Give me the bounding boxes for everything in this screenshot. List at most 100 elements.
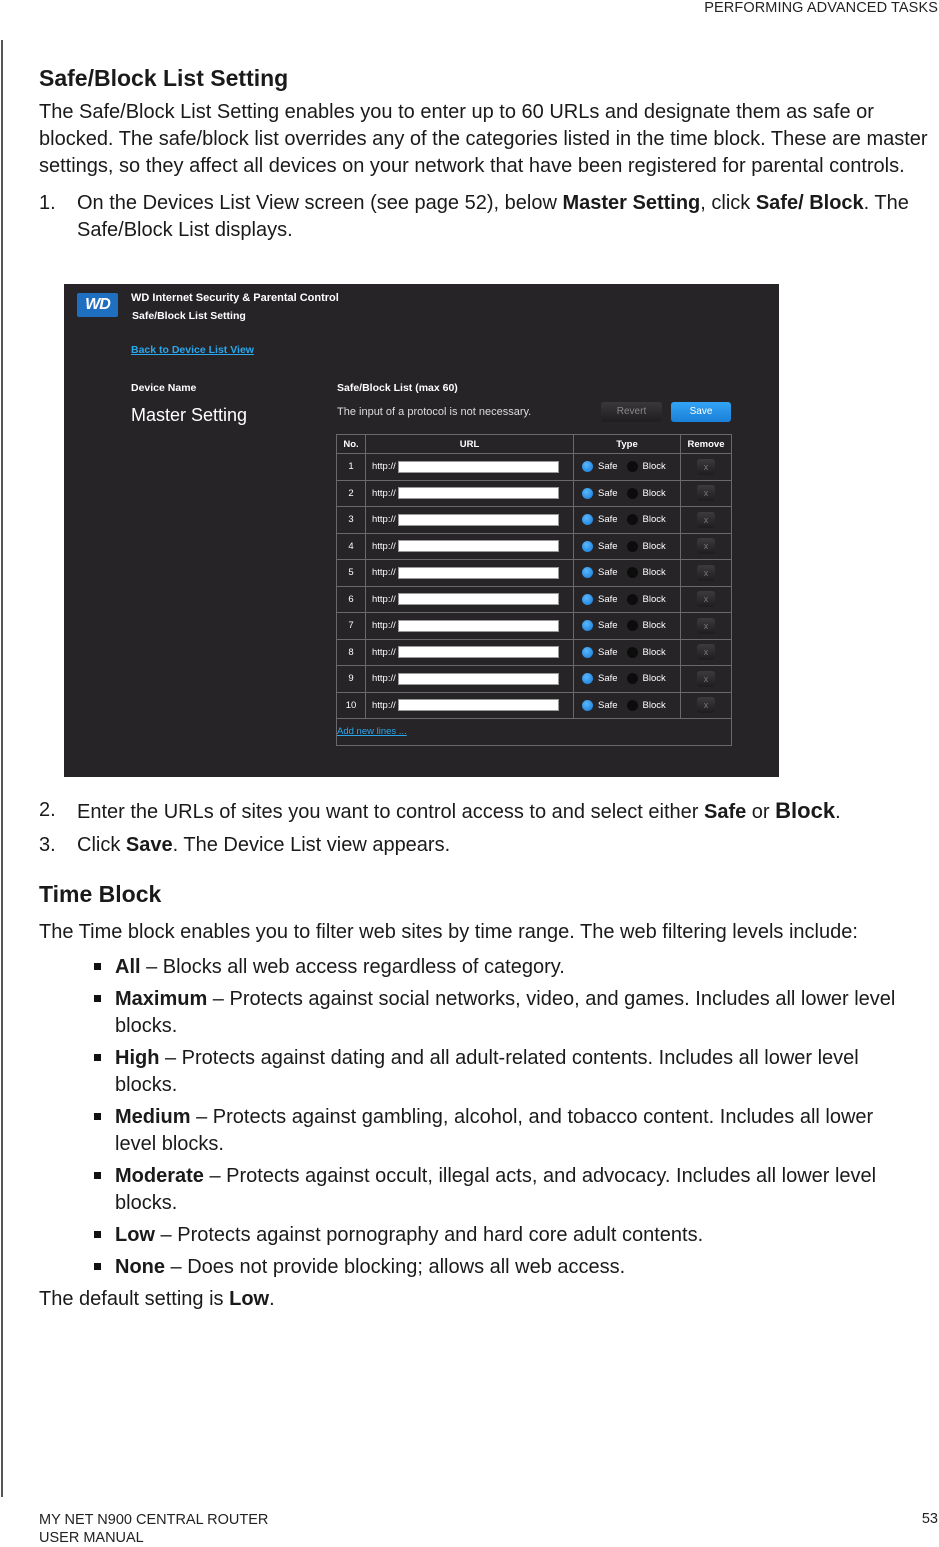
block-label: Block bbox=[642, 673, 666, 685]
url-input[interactable] bbox=[397, 540, 559, 553]
safe-radio[interactable] bbox=[582, 461, 593, 473]
save-button[interactable]: Save bbox=[671, 402, 731, 422]
remove-button[interactable]: x bbox=[697, 617, 715, 634]
back-to-device-list-link[interactable]: Back to Device List View bbox=[131, 344, 254, 356]
bullet-icon bbox=[94, 1263, 101, 1270]
remove-button[interactable]: x bbox=[697, 644, 715, 661]
safe-label: Safe bbox=[598, 514, 618, 526]
level-description: – Does not provide blocking; allows all … bbox=[165, 1256, 626, 1278]
add-new-lines-link[interactable]: Add new lines ... bbox=[337, 726, 407, 737]
filter-level-item: All – Blocks all web access regardless o… bbox=[39, 954, 909, 981]
filter-level-item: Low – Protects against pornography and h… bbox=[39, 1222, 909, 1249]
footer-product-name: MY NET N900 CENTRAL ROUTER bbox=[39, 1512, 269, 1528]
block-label: Block bbox=[642, 461, 666, 473]
remove-button[interactable]: x bbox=[697, 591, 715, 608]
table-row: 10 http:// Safe Block x bbox=[336, 691, 732, 719]
safe-radio[interactable] bbox=[582, 567, 593, 579]
left-margin-rule bbox=[1, 40, 3, 1497]
safe-radio[interactable] bbox=[582, 593, 593, 605]
col-header-remove: Remove bbox=[680, 434, 732, 454]
remove-button[interactable]: x bbox=[697, 697, 715, 714]
url-input[interactable] bbox=[397, 646, 559, 659]
url-input[interactable] bbox=[397, 672, 559, 685]
safe-block-intro: The Safe/Block List Setting enables you … bbox=[39, 101, 928, 177]
remove-button[interactable]: x bbox=[697, 564, 715, 581]
row-number: 7 bbox=[336, 612, 366, 640]
row-number: 2 bbox=[336, 479, 366, 507]
url-input[interactable] bbox=[397, 619, 559, 632]
protocol-hint: The input of a protocol is not necessary… bbox=[337, 406, 532, 418]
table-row: 3 http:// Safe Block x bbox=[336, 506, 732, 534]
safe-label: Safe bbox=[598, 646, 618, 658]
page-title: Safe/Block List Setting bbox=[132, 310, 246, 322]
safe-label: Safe bbox=[598, 673, 618, 685]
safe-radio[interactable] bbox=[582, 620, 593, 632]
row-number: 1 bbox=[336, 453, 366, 481]
safe-radio[interactable] bbox=[582, 699, 593, 711]
block-radio[interactable] bbox=[626, 487, 638, 499]
level-name: Medium bbox=[115, 1106, 191, 1128]
block-radio[interactable] bbox=[626, 673, 638, 685]
device-name: Master Setting bbox=[131, 405, 248, 425]
level-description: – Protects against occult, illegal acts,… bbox=[115, 1165, 877, 1214]
running-head: PERFORMING ADVANCED TASKS bbox=[704, 0, 938, 16]
safe-radio[interactable] bbox=[582, 646, 593, 658]
safe-radio[interactable] bbox=[582, 673, 593, 685]
safe-radio[interactable] bbox=[582, 514, 593, 526]
filter-level-item: Moderate – Protects against occult, ille… bbox=[39, 1163, 909, 1217]
block-radio[interactable] bbox=[626, 540, 638, 552]
list-label: Safe/Block List (max 60) bbox=[337, 382, 458, 394]
block-radio[interactable] bbox=[626, 646, 638, 658]
device-name-label: Device Name bbox=[131, 382, 197, 394]
url-input[interactable] bbox=[397, 460, 559, 473]
block-radio[interactable] bbox=[626, 514, 638, 526]
protocol-prefix: http:// bbox=[372, 461, 396, 473]
safe-radio[interactable] bbox=[582, 487, 593, 499]
table-row: 9 http:// Safe Block x bbox=[336, 665, 732, 693]
protocol-prefix: http:// bbox=[372, 487, 396, 499]
table-row: 7 http:// Safe Block x bbox=[336, 612, 732, 640]
level-description: – Protects against social networks, vide… bbox=[115, 988, 896, 1037]
url-input[interactable] bbox=[397, 487, 559, 500]
protocol-prefix: http:// bbox=[372, 646, 396, 658]
remove-button[interactable]: x bbox=[697, 511, 715, 528]
bullet-icon bbox=[94, 1113, 101, 1120]
table-row: 8 http:// Safe Block x bbox=[336, 638, 732, 666]
safe-radio[interactable] bbox=[582, 540, 593, 552]
time-block-intro: The Time block enables you to filter web… bbox=[39, 921, 858, 943]
remove-button[interactable]: x bbox=[697, 538, 715, 555]
bullet-icon bbox=[94, 963, 101, 970]
safe-label: Safe bbox=[598, 461, 618, 473]
page-content-lower: 2. Enter the URLs of sites you want to c… bbox=[39, 797, 939, 1313]
row-number: 10 bbox=[336, 691, 366, 719]
protocol-prefix: http:// bbox=[372, 620, 396, 632]
block-radio[interactable] bbox=[626, 567, 638, 579]
footer-doc-name: USER MANUAL bbox=[39, 1530, 144, 1546]
table-row: 6 http:// Safe Block x bbox=[336, 585, 732, 613]
url-input[interactable] bbox=[397, 566, 559, 579]
revert-button[interactable]: Revert bbox=[601, 402, 662, 422]
level-description: – Protects against dating and all adult-… bbox=[115, 1047, 859, 1096]
url-input[interactable] bbox=[397, 513, 559, 526]
block-label: Block bbox=[642, 567, 666, 579]
safe-label: Safe bbox=[598, 620, 618, 632]
row-number: 5 bbox=[336, 559, 366, 587]
protocol-prefix: http:// bbox=[372, 673, 396, 685]
block-radio[interactable] bbox=[626, 593, 638, 605]
block-label: Block bbox=[642, 699, 666, 711]
protocol-prefix: http:// bbox=[372, 699, 396, 711]
bullet-icon bbox=[94, 1172, 101, 1179]
remove-button[interactable]: x bbox=[697, 670, 715, 687]
remove-button[interactable]: x bbox=[697, 458, 715, 475]
filter-level-item: Maximum – Protects against social networ… bbox=[39, 986, 909, 1040]
block-radio[interactable] bbox=[626, 699, 638, 711]
block-radio[interactable] bbox=[626, 461, 638, 473]
block-radio[interactable] bbox=[626, 620, 638, 632]
row-number: 4 bbox=[336, 532, 366, 560]
url-input[interactable] bbox=[397, 699, 559, 712]
bullet-icon bbox=[94, 995, 101, 1002]
safe-label: Safe bbox=[598, 593, 618, 605]
safe-label: Safe bbox=[598, 699, 618, 711]
remove-button[interactable]: x bbox=[697, 485, 715, 502]
url-input[interactable] bbox=[397, 593, 559, 606]
